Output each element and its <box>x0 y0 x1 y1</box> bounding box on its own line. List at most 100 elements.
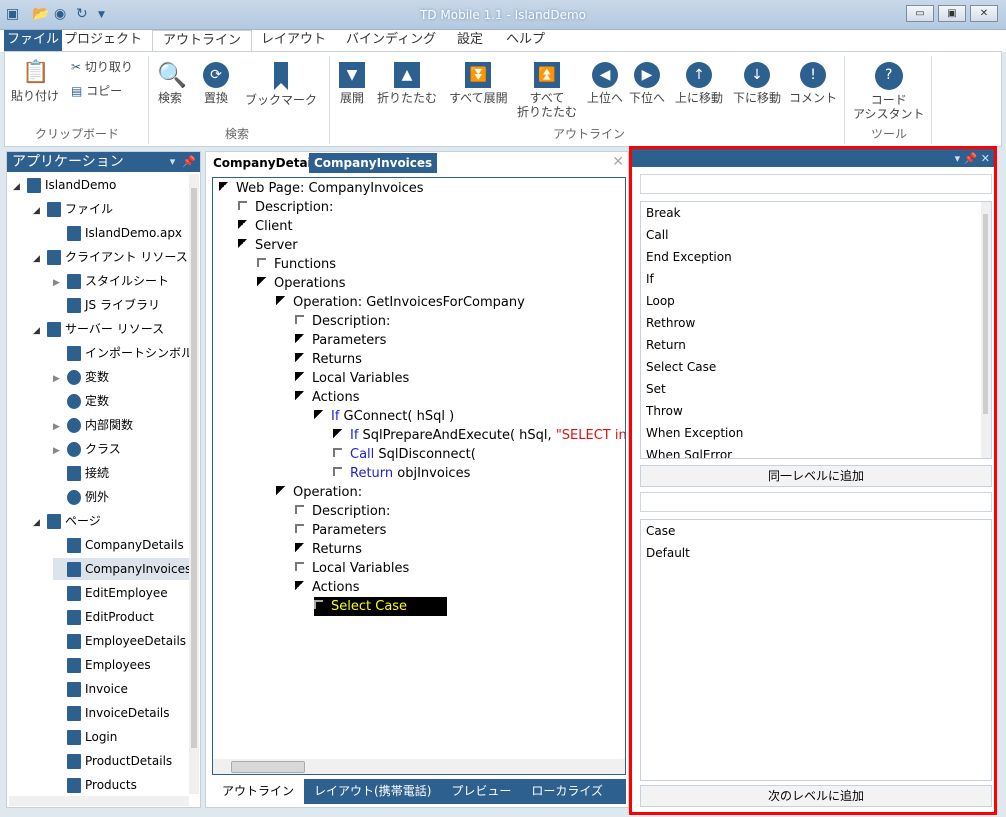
list-item[interactable]: Call <box>641 224 991 246</box>
replace-button[interactable]: ⟳ 置換 <box>203 62 229 105</box>
leaf-marker-icon[interactable] <box>238 201 247 210</box>
expanded-marker-icon[interactable] <box>276 296 285 305</box>
outline-button[interactable]: ! コメント <box>789 62 837 105</box>
expanded-triangle-icon[interactable]: ◢ <box>33 512 47 534</box>
tree-item[interactable]: 定数 <box>53 390 109 412</box>
expanded-marker-icon[interactable] <box>276 486 285 495</box>
tab-layout-phone[interactable]: レイアウト(携帯電話) <box>304 779 441 804</box>
expanded-marker-icon[interactable] <box>295 334 304 343</box>
outline-item[interactable]: If SqlPrepareAndExecute( hSql, "SELECT i… <box>333 426 625 445</box>
outline-button[interactable]: ▲ 折りたたむ <box>377 62 437 105</box>
same-level-search-input[interactable] <box>640 174 992 194</box>
collapsed-triangle-icon[interactable]: ▶ <box>53 440 67 462</box>
leaf-marker-icon[interactable] <box>333 467 342 476</box>
expanded-marker-icon[interactable] <box>295 353 304 362</box>
expanded-marker-icon[interactable] <box>295 372 304 381</box>
tree-item[interactable]: EmployeeDetails <box>53 630 186 652</box>
outline-item[interactable]: Web Page: CompanyInvoices <box>219 179 424 198</box>
outline-item[interactable]: Operation: <box>276 483 362 502</box>
expanded-marker-icon[interactable] <box>257 277 266 286</box>
scroll-thumb[interactable] <box>191 188 197 748</box>
tab-preview[interactable]: プレビュー <box>441 779 521 804</box>
tab-layout[interactable]: レイアウト <box>251 30 336 52</box>
panel-pin-icon[interactable]: ▾ 📌 <box>170 152 196 172</box>
outline-item[interactable]: Call SqlDisconnect( <box>333 445 476 464</box>
expanded-triangle-icon[interactable]: ◢ <box>33 200 47 222</box>
tree-item[interactable]: 接続 <box>53 462 109 484</box>
tree-item[interactable]: ◢ クライアント リソース <box>33 246 188 268</box>
collapsed-triangle-icon[interactable]: ▶ <box>53 416 67 438</box>
outline-item[interactable]: Returns <box>295 540 362 559</box>
collapsed-triangle-icon[interactable]: ▶ <box>53 368 67 390</box>
expanded-triangle-icon[interactable]: ◢ <box>13 176 27 198</box>
outline-item[interactable]: Parameters <box>295 331 386 350</box>
tree-item[interactable]: ◢ ページ <box>33 510 101 532</box>
tree-item[interactable]: Employees <box>53 654 151 676</box>
close-tab-icon[interactable]: ✕ <box>612 154 624 170</box>
list-item[interactable]: Loop <box>641 290 991 312</box>
tree-item[interactable]: EditEmployee <box>53 582 168 604</box>
paste-button[interactable]: 📋 貼り付け <box>11 60 59 103</box>
list-item[interactable]: Set <box>641 378 991 400</box>
outline-item[interactable]: Description: <box>295 502 390 521</box>
collapsed-triangle-icon[interactable]: ▶ <box>53 272 67 294</box>
list-item[interactable]: Break <box>641 202 991 224</box>
expanded-marker-icon[interactable] <box>314 410 323 419</box>
leaf-marker-icon[interactable] <box>314 600 323 609</box>
minimize-button[interactable]: ▭ <box>906 5 934 22</box>
outline-item[interactable]: Description: <box>238 198 333 217</box>
list-item[interactable]: If <box>641 268 991 290</box>
outline-item[interactable]: Local Variables <box>295 369 409 388</box>
outline-item[interactable]: Operations <box>257 274 345 293</box>
tab-binding[interactable]: バインディング <box>336 30 446 52</box>
tree-item[interactable]: ▶ スタイルシート <box>53 270 169 292</box>
tree-item[interactable]: 例外 <box>53 486 109 508</box>
leaf-marker-icon[interactable] <box>295 524 304 533</box>
tree-item[interactable]: ▶ 内部関数 <box>53 414 133 436</box>
list-item[interactable]: Case <box>641 520 991 542</box>
list-scrollbar[interactable] <box>981 202 991 458</box>
close-button[interactable]: ✕ <box>970 5 998 22</box>
tab-outline[interactable]: アウトライン <box>152 30 253 52</box>
outline-item[interactable]: Parameters <box>295 521 386 540</box>
tree-item[interactable]: Login <box>53 726 117 748</box>
outline-button[interactable]: ↑ 上に移動 <box>675 62 723 105</box>
outline-item[interactable]: Local Variables <box>295 559 409 578</box>
expanded-marker-icon[interactable] <box>333 429 342 438</box>
outline-button[interactable]: ↓ 下に移動 <box>733 62 781 105</box>
add-same-level-button[interactable]: 同一レベルに追加 <box>640 465 992 487</box>
outline-item[interactable]: Return objInvoices <box>333 464 470 483</box>
outline-button[interactable]: ◀ 上位へ <box>587 62 623 105</box>
code-assistant-button[interactable]: ? コード アシスタント <box>853 62 925 121</box>
list-item[interactable]: Throw <box>641 400 991 422</box>
next-level-search-input[interactable] <box>640 492 992 512</box>
list-item[interactable]: Return <box>641 334 991 356</box>
tab-settings[interactable]: 設定 <box>447 30 493 52</box>
expanded-marker-icon[interactable] <box>295 581 304 590</box>
expanded-marker-icon[interactable] <box>238 220 247 229</box>
expanded-triangle-icon[interactable]: ◢ <box>33 320 47 342</box>
outline-item[interactable]: Actions <box>295 578 360 597</box>
tree-vertical-scrollbar[interactable] <box>189 174 199 794</box>
outline-item[interactable]: Operation: GetInvoicesForCompany <box>276 293 525 312</box>
outline-item[interactable]: Actions <box>295 388 360 407</box>
leaf-marker-icon[interactable] <box>257 258 266 267</box>
outline-item[interactable]: Description: <box>295 312 390 331</box>
outline-item[interactable]: Functions <box>257 255 336 274</box>
leaf-marker-icon[interactable] <box>295 505 304 514</box>
tree-horizontal-scrollbar[interactable] <box>9 796 189 806</box>
tab-outline-view[interactable]: アウトライン <box>212 779 305 804</box>
expanded-marker-icon[interactable] <box>238 239 247 248</box>
maximize-button[interactable]: ▣ <box>938 5 966 22</box>
leaf-marker-icon[interactable] <box>295 315 304 324</box>
tree-item[interactable]: インポートシンボル <box>53 342 193 364</box>
outline-item[interactable]: If GConnect( hSql ) <box>314 407 454 426</box>
outline-button[interactable]: ⏫ すべて 折りたたむ <box>517 62 577 119</box>
outline-item-selected[interactable]: Select Case <box>314 597 448 616</box>
tree-item[interactable]: InvoiceDetails <box>53 702 170 724</box>
tab-localize[interactable]: ローカライズ <box>521 779 613 804</box>
outline-item[interactable]: Server <box>238 236 298 255</box>
list-item[interactable]: When Exception <box>641 422 991 444</box>
panel-controls-icon[interactable]: ▾ 📌 ✕ <box>955 149 990 169</box>
tree-item[interactable]: ◢ ファイル <box>33 198 113 220</box>
